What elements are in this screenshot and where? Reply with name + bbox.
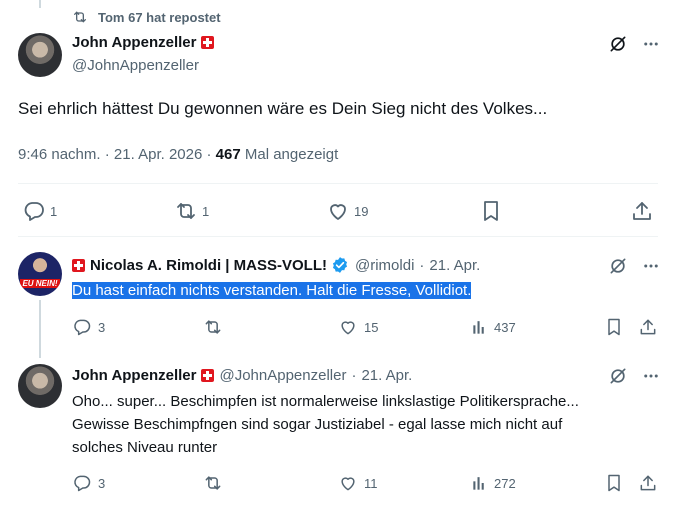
main-tweet-actions: 1 1 19 xyxy=(18,199,658,223)
views-button[interactable]: 272 xyxy=(470,473,516,493)
like-count: 15 xyxy=(364,319,379,335)
views-label: Mal angezeigt xyxy=(244,146,339,163)
author-handle[interactable]: @JohnAppenzeller xyxy=(72,57,199,74)
tweet-date[interactable]: 21. Apr. 2026 xyxy=(114,146,202,163)
author-name[interactable]: John Appenzeller xyxy=(72,34,196,51)
views-count: 437 xyxy=(494,319,516,335)
repost-header[interactable]: Tom 67 hat repostet xyxy=(72,9,221,25)
repost-icon xyxy=(203,317,223,337)
tweet-time[interactable]: 9:46 nachm. xyxy=(18,146,101,163)
reply-top-icons xyxy=(608,366,660,386)
repost-icon xyxy=(174,199,198,223)
heart-icon xyxy=(338,317,358,337)
reply-text: Oho... super... Beschimpfen ist normaler… xyxy=(72,390,662,459)
avatar[interactable] xyxy=(18,33,62,77)
reply-actions: 3 15 437 xyxy=(72,317,658,337)
more-icon[interactable] xyxy=(642,257,660,275)
repost-icon xyxy=(72,9,88,25)
bookmark-button[interactable] xyxy=(479,199,503,223)
reply-author-row: Nicolas A. Rimoldi | MASS-VOLL! @rimoldi… xyxy=(72,256,480,274)
reply-date[interactable]: 21. Apr. xyxy=(429,257,480,274)
reply-count: 3 xyxy=(98,475,106,491)
grok-icon[interactable] xyxy=(608,366,628,386)
bookmark-icon xyxy=(604,473,624,493)
swiss-flag-icon xyxy=(201,36,215,49)
reply-icon xyxy=(22,199,46,223)
bookmark-button[interactable] xyxy=(604,473,624,493)
author-handle[interactable]: @JohnAppenzeller xyxy=(219,367,346,384)
repost-button[interactable]: 1 xyxy=(174,199,209,223)
reply-actions: 3 11 272 xyxy=(72,473,658,493)
reply-text-line: Oho... super... Beschimpfen ist normaler… xyxy=(72,393,579,410)
bookmark-button[interactable] xyxy=(604,317,624,337)
reply-icon xyxy=(72,317,92,337)
reply-button[interactable]: 3 xyxy=(72,317,105,337)
share-icon xyxy=(630,199,654,223)
reply-date[interactable]: 21. Apr. xyxy=(361,367,412,384)
repost-count: 1 xyxy=(202,203,210,219)
tweet-text: Sei ehrlich hättest Du gewonnen wäre es … xyxy=(18,99,548,118)
avatar[interactable]: EU NEIN! xyxy=(18,252,62,296)
analytics-icon xyxy=(470,317,490,337)
grok-icon[interactable] xyxy=(608,256,628,276)
reply-count: 3 xyxy=(98,319,106,335)
repost-button[interactable] xyxy=(203,473,223,493)
reply-button[interactable]: 1 xyxy=(22,199,57,223)
heart-icon xyxy=(326,199,350,223)
thread-line xyxy=(39,300,41,358)
views-count: 467 xyxy=(215,146,241,163)
verified-badge-icon xyxy=(331,256,349,274)
more-icon[interactable] xyxy=(642,35,660,53)
reply-author-row: John Appenzeller @JohnAppenzeller · 21. … xyxy=(72,367,413,384)
repost-button[interactable] xyxy=(203,317,223,337)
like-button[interactable]: 19 xyxy=(326,199,368,223)
repost-text: Tom 67 hat repostet xyxy=(98,9,221,25)
avatar[interactable] xyxy=(18,364,62,408)
divider xyxy=(18,183,658,184)
reply-icon xyxy=(72,473,92,493)
more-icon[interactable] xyxy=(642,367,660,385)
reply-count: 1 xyxy=(50,203,58,219)
tweet-meta: 9:46 nachm. · 21. Apr. 2026 · 467 Mal an… xyxy=(18,146,339,163)
main-tweet-top-icons xyxy=(608,34,660,54)
share-button[interactable] xyxy=(638,473,658,493)
main-author-row: John Appenzeller xyxy=(72,34,219,51)
author-handle[interactable]: @rimoldi xyxy=(355,257,414,274)
author-name[interactable]: Nicolas A. Rimoldi | MASS-VOLL! xyxy=(90,257,327,274)
like-button[interactable]: 11 xyxy=(338,473,378,493)
like-button[interactable]: 15 xyxy=(338,317,378,337)
swiss-flag-icon xyxy=(201,369,215,382)
bookmark-icon xyxy=(604,317,624,337)
reply-button[interactable]: 3 xyxy=(72,473,105,493)
reply-text-line: solches Niveau runter xyxy=(72,439,218,456)
views-count: 272 xyxy=(494,475,516,491)
author-name[interactable]: John Appenzeller xyxy=(72,367,196,384)
reply-text: Du hast einfach nichts verstanden. Halt … xyxy=(72,282,472,299)
grok-icon[interactable] xyxy=(608,34,628,54)
swiss-flag-icon xyxy=(72,258,85,272)
analytics-icon xyxy=(470,473,490,493)
thread-line xyxy=(39,0,41,8)
like-count: 11 xyxy=(364,475,378,491)
reply-top-icons xyxy=(608,256,660,276)
views-button[interactable]: 437 xyxy=(470,317,516,337)
share-icon xyxy=(638,473,658,493)
divider xyxy=(18,236,658,237)
reply-text-line: Gewisse Beschimpfngen sind sogar Justizi… xyxy=(72,416,563,433)
heart-icon xyxy=(338,473,358,493)
bookmark-icon xyxy=(479,199,503,223)
like-count: 19 xyxy=(354,203,369,219)
share-button[interactable] xyxy=(638,317,658,337)
repost-icon xyxy=(203,473,223,493)
share-button[interactable] xyxy=(630,199,654,223)
share-icon xyxy=(638,317,658,337)
